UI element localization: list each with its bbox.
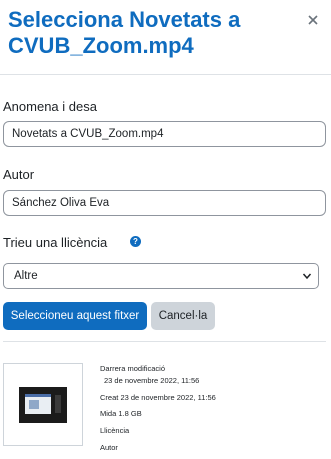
size-value: 1.8 GB [118, 409, 142, 418]
author-label: Autor [3, 167, 35, 182]
video-preview-image [19, 387, 67, 423]
chevron-down-icon [302, 273, 312, 280]
question-circle-icon[interactable]: ? [130, 236, 141, 247]
select-file-button[interactable]: Seleccioneu aquest fitxer [3, 302, 147, 330]
save-as-input[interactable]: Novetats a CVUB_Zoom.mp4 [3, 121, 326, 147]
created-label: Creat [100, 393, 119, 402]
dialog-header: Selecciona Novetats a CVUB_Zoom.mp4 [0, 0, 331, 74]
file-author-label: Autor [100, 443, 118, 452]
author-input[interactable]: Sánchez Oliva Eva [3, 190, 326, 216]
close-icon[interactable] [304, 11, 322, 29]
license-select[interactable]: Altre [3, 263, 319, 289]
license-select-value: Altre [14, 270, 38, 282]
header-divider [0, 74, 331, 75]
last-modified-value: 23 de novembre 2022, 11:56 [104, 376, 200, 385]
last-modified-label: Darrera modificació [100, 364, 166, 373]
created-value: 23 de novembre 2022, 11:56 [120, 393, 216, 402]
size-label: Mida [100, 409, 117, 418]
section-divider [3, 341, 326, 342]
file-thumbnail [3, 363, 83, 446]
size-row: Mida 1.8 GB [100, 409, 142, 419]
license-label: Trieu una llicència [3, 235, 108, 250]
save-as-label: Anomena i desa [3, 99, 97, 114]
file-license-label: Llicència [100, 426, 130, 435]
dialog-title: Selecciona Novetats a CVUB_Zoom.mp4 [8, 7, 241, 58]
created-row: Creat 23 de novembre 2022, 11:56 [100, 393, 216, 403]
cancel-button[interactable]: Cancel·la [151, 302, 215, 330]
